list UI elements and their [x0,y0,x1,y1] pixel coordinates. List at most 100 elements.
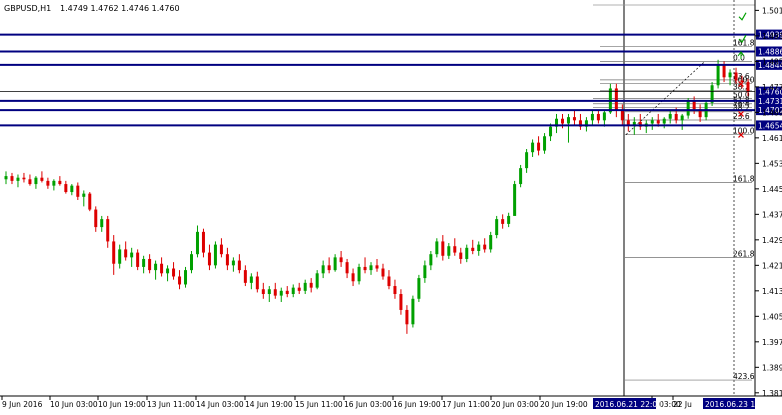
candle-body [273,289,277,296]
candle-body [519,168,523,185]
candle-body [160,263,164,274]
price-level-tag: 1.4886 [756,46,782,57]
candle-body [172,268,176,277]
candle-body [656,120,660,124]
x-tick-label: 22 Ju [673,400,692,409]
candle-body [602,112,606,121]
candle-body [40,177,44,181]
candle-body [112,241,116,264]
candle-body [375,265,379,269]
candle-body [345,262,349,274]
price-level-label: 1.4731 [758,97,782,106]
price-level-label: 1.4654 [758,121,782,130]
y-tick-label: 1.4855 [762,57,782,66]
candle-body [483,244,487,250]
candle [411,295,415,328]
price-level-label: 1.4886 [758,47,782,56]
candle [519,164,523,188]
candle-body [339,257,343,263]
candle [190,250,193,274]
candle-body [213,244,217,266]
x-tick-label: 9 Jun 2016 [2,400,43,409]
candle-body [596,113,600,121]
y-tick-label: 1.3895 [762,363,782,372]
x-tick-label: 10 Jun 03:00 [50,400,98,409]
x-tick-label: 13 Jun 11:00 [147,400,195,409]
candle-body [734,72,738,81]
candle-body [106,219,110,242]
candle-body [680,115,684,121]
symbol-label: GBPUSD,H1 [4,4,51,13]
candle-body [668,113,672,119]
candle-body [94,209,98,228]
candle-body [405,309,409,325]
candle-body [363,266,367,271]
candle-body [674,113,678,121]
candle-body [441,241,445,256]
candle-body [429,254,433,266]
candle-body [381,268,385,277]
candle-body [82,193,86,197]
candle-body [543,136,547,151]
candle-body [549,126,553,137]
candle-body [201,231,205,253]
candle-body [746,82,750,92]
candle-body [207,252,211,266]
fib-label: 161.8 [733,39,755,48]
fib-label: 423.6 [733,372,755,381]
candle-body [22,177,26,180]
candle-body [531,142,535,153]
y-tick-label: 1.4055 [762,312,782,321]
x-tick-label: 16 Jun 03:00 [344,400,392,409]
candle-body [561,118,564,124]
x-highlight: 2016.06.23 10:00 [703,398,772,409]
candle-body [16,177,20,181]
x-tick-label: 14 Jun 03:00 [196,400,244,409]
y-tick-label: 1.4935 [762,32,782,41]
y-tick-label: 1.4695 [762,108,782,117]
candle-body [489,235,493,250]
candle-body [566,117,570,124]
candle-body [417,278,421,299]
candle-body [4,176,8,180]
candle-body [142,258,146,267]
candle-body [76,185,80,197]
y-tick-label: 1.4775 [762,83,782,92]
candle-body [190,254,193,271]
candle-body [572,117,576,121]
candle-body [525,152,529,169]
candle-body [453,246,457,253]
candle-body [34,177,38,185]
candle-body [118,249,122,264]
candle-body [58,180,62,185]
candle [88,192,92,212]
candle-body [662,118,666,124]
y-tick-label: 1.4135 [762,287,782,296]
candle-body [46,180,50,186]
candle-body [309,282,313,288]
candle [417,274,421,302]
candle-body [626,120,630,126]
fib-label: 100.0 [733,127,755,136]
y-tick-label: 1.4375 [762,210,782,219]
candle-body [501,219,505,224]
candle-body [10,176,14,181]
candle-body [333,257,337,271]
candle-body [303,282,307,291]
candle-body [297,287,301,291]
candle-body [692,101,696,110]
fib-label: 261.8 [733,249,755,258]
candle-body [722,64,726,78]
y-tick-label: 1.4295 [762,236,782,245]
y-tick-label: 1.4455 [762,185,782,194]
candle [213,241,217,269]
candle-body [513,184,517,216]
price-chart: GBPUSD,H1 1.4749 1.4762 1.4746 1.4760 16… [0,0,782,411]
candle-body [255,276,259,290]
candle-body [148,258,152,271]
candle-body [100,219,104,228]
candle-body [279,290,283,296]
candle-body [178,276,182,285]
candle-body [219,244,223,255]
candle-body [291,287,295,295]
